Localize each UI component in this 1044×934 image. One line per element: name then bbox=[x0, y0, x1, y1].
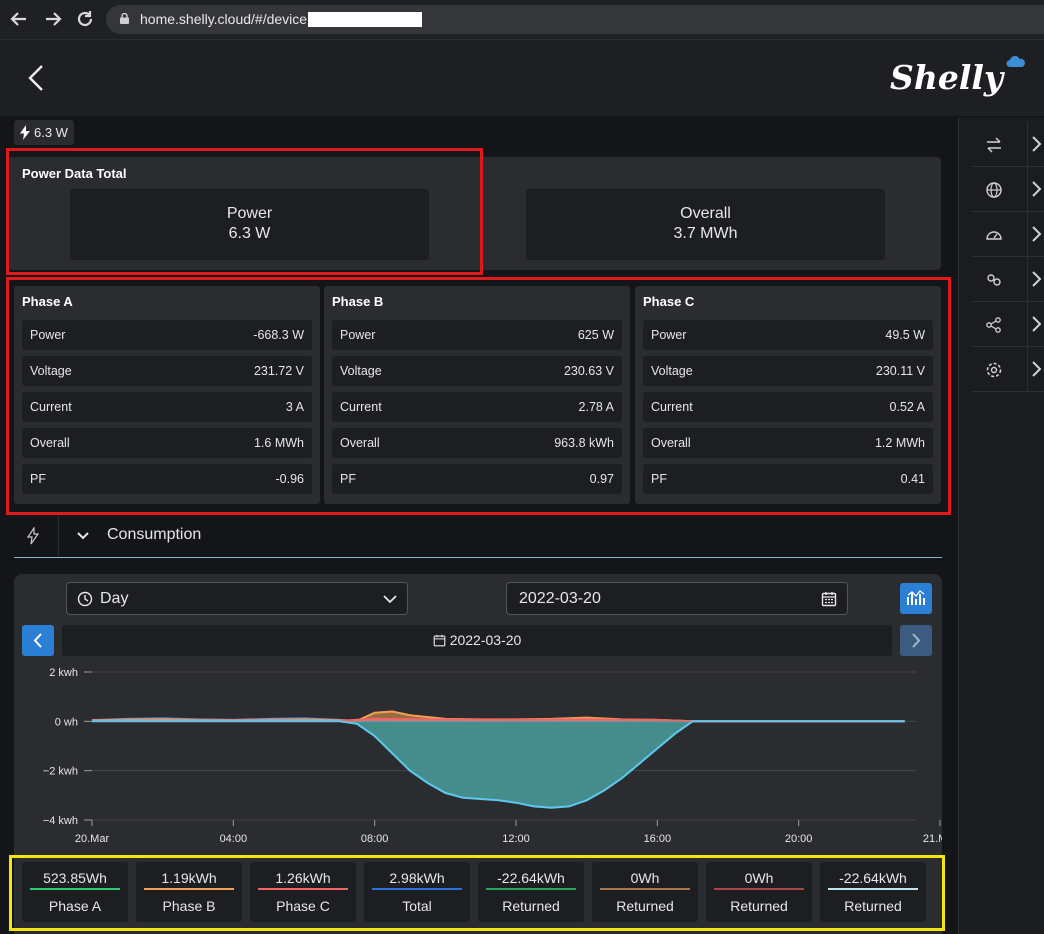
browser-toolbar: home.shelly.cloud/#/device bbox=[0, 0, 1044, 40]
next-day-button[interactable] bbox=[900, 625, 932, 656]
chevron-right-icon bbox=[912, 633, 921, 648]
period-value: Day bbox=[100, 590, 129, 607]
chevron-right-icon bbox=[1032, 226, 1042, 242]
consumption-title: Consumption bbox=[107, 526, 202, 543]
x-tick-label: 21.Mar bbox=[923, 833, 942, 845]
chevron-right-icon bbox=[1032, 136, 1042, 152]
x-tick-label: 20.Mar bbox=[75, 833, 110, 845]
consumption-chart: 2 kwh 0 wh −2 kwh −4 kwh 20.Mar 04:00 08:00 12:… bbox=[43, 667, 942, 845]
y-tick-label: −4 kwh bbox=[43, 815, 78, 827]
chevron-down-icon[interactable] bbox=[76, 529, 90, 543]
back-icon[interactable] bbox=[18, 58, 58, 98]
y-tick-label: 2 kwh bbox=[49, 667, 78, 679]
sidebar-item-share[interactable] bbox=[971, 302, 1044, 347]
period-select[interactable]: Day bbox=[66, 582, 408, 615]
chart-type-button[interactable] bbox=[900, 583, 932, 614]
sidebar-item-scenes[interactable] bbox=[971, 257, 1044, 302]
shelly-logo: Shelly bbox=[888, 54, 1028, 104]
sidebar-item-transfer[interactable] bbox=[971, 122, 1044, 167]
dashboard-icon bbox=[986, 231, 1002, 240]
sidebar-item-dashboard[interactable] bbox=[971, 212, 1044, 257]
strip-date: 2022-03-20 bbox=[449, 632, 522, 648]
scenes-icon bbox=[987, 274, 1001, 286]
browser-reload-icon[interactable] bbox=[74, 8, 96, 30]
lock-icon bbox=[120, 13, 129, 24]
chart-icon bbox=[907, 590, 925, 605]
chevron-right-icon bbox=[1032, 181, 1042, 197]
sidebar-item-globe[interactable] bbox=[971, 167, 1044, 212]
x-tick-label: 12:00 bbox=[502, 833, 530, 845]
date-strip: 2022-03-20 bbox=[62, 625, 892, 656]
logo-text: Shelly bbox=[890, 58, 1004, 97]
sidebar-item-settings[interactable] bbox=[971, 347, 1044, 392]
power-badge: 6.3 W bbox=[14, 120, 74, 145]
previous-day-button[interactable] bbox=[22, 625, 54, 656]
chevron-left-icon bbox=[33, 633, 42, 648]
tile-label: Overall bbox=[680, 205, 731, 222]
url-text: home.shelly.cloud/#/device bbox=[140, 11, 308, 27]
settings-icon bbox=[986, 362, 1002, 378]
highlight-box bbox=[9, 855, 945, 931]
bolt-icon bbox=[20, 125, 30, 140]
bolt-outline-icon bbox=[26, 527, 40, 545]
clock-icon bbox=[77, 591, 93, 607]
browser-back-icon[interactable] bbox=[8, 8, 30, 30]
calendar-icon bbox=[821, 592, 837, 607]
tile-value: 3.7 MWh bbox=[673, 225, 738, 242]
highlight-box bbox=[6, 277, 951, 515]
share-icon bbox=[986, 317, 1001, 333]
consumption-header[interactable]: Consumption bbox=[14, 516, 942, 558]
browser-forward-icon[interactable] bbox=[42, 8, 64, 30]
cloud-icon bbox=[1006, 56, 1025, 67]
chevron-right-icon bbox=[1032, 271, 1042, 287]
app-header: Shelly bbox=[0, 40, 1044, 116]
chevron-down-icon bbox=[383, 595, 397, 604]
x-tick-label: 04:00 bbox=[220, 833, 248, 845]
calendar-icon bbox=[433, 634, 446, 647]
chevron-right-icon bbox=[1032, 361, 1042, 377]
badge-power-value: 6.3 W bbox=[34, 125, 68, 140]
y-tick-label: −2 kwh bbox=[43, 766, 78, 778]
x-tick-label: 16:00 bbox=[644, 833, 672, 845]
date-value: 2022-03-20 bbox=[519, 590, 601, 607]
globe-icon bbox=[986, 182, 1002, 198]
x-tick-label: 08:00 bbox=[361, 833, 389, 845]
total-overall-tile: Overall 3.7 MWh bbox=[526, 189, 885, 260]
transfer-icon bbox=[987, 137, 1001, 153]
chevron-right-icon bbox=[1032, 316, 1042, 332]
x-tick-label: 20:00 bbox=[785, 833, 813, 845]
series-area bbox=[92, 721, 905, 808]
date-picker[interactable]: 2022-03-20 bbox=[506, 582, 848, 615]
right-sidebar bbox=[958, 118, 1044, 934]
url-redaction bbox=[308, 12, 422, 27]
highlight-box bbox=[6, 148, 483, 275]
address-bar[interactable]: home.shelly.cloud/#/device bbox=[106, 5, 1044, 34]
y-tick-label: 0 wh bbox=[55, 716, 78, 728]
